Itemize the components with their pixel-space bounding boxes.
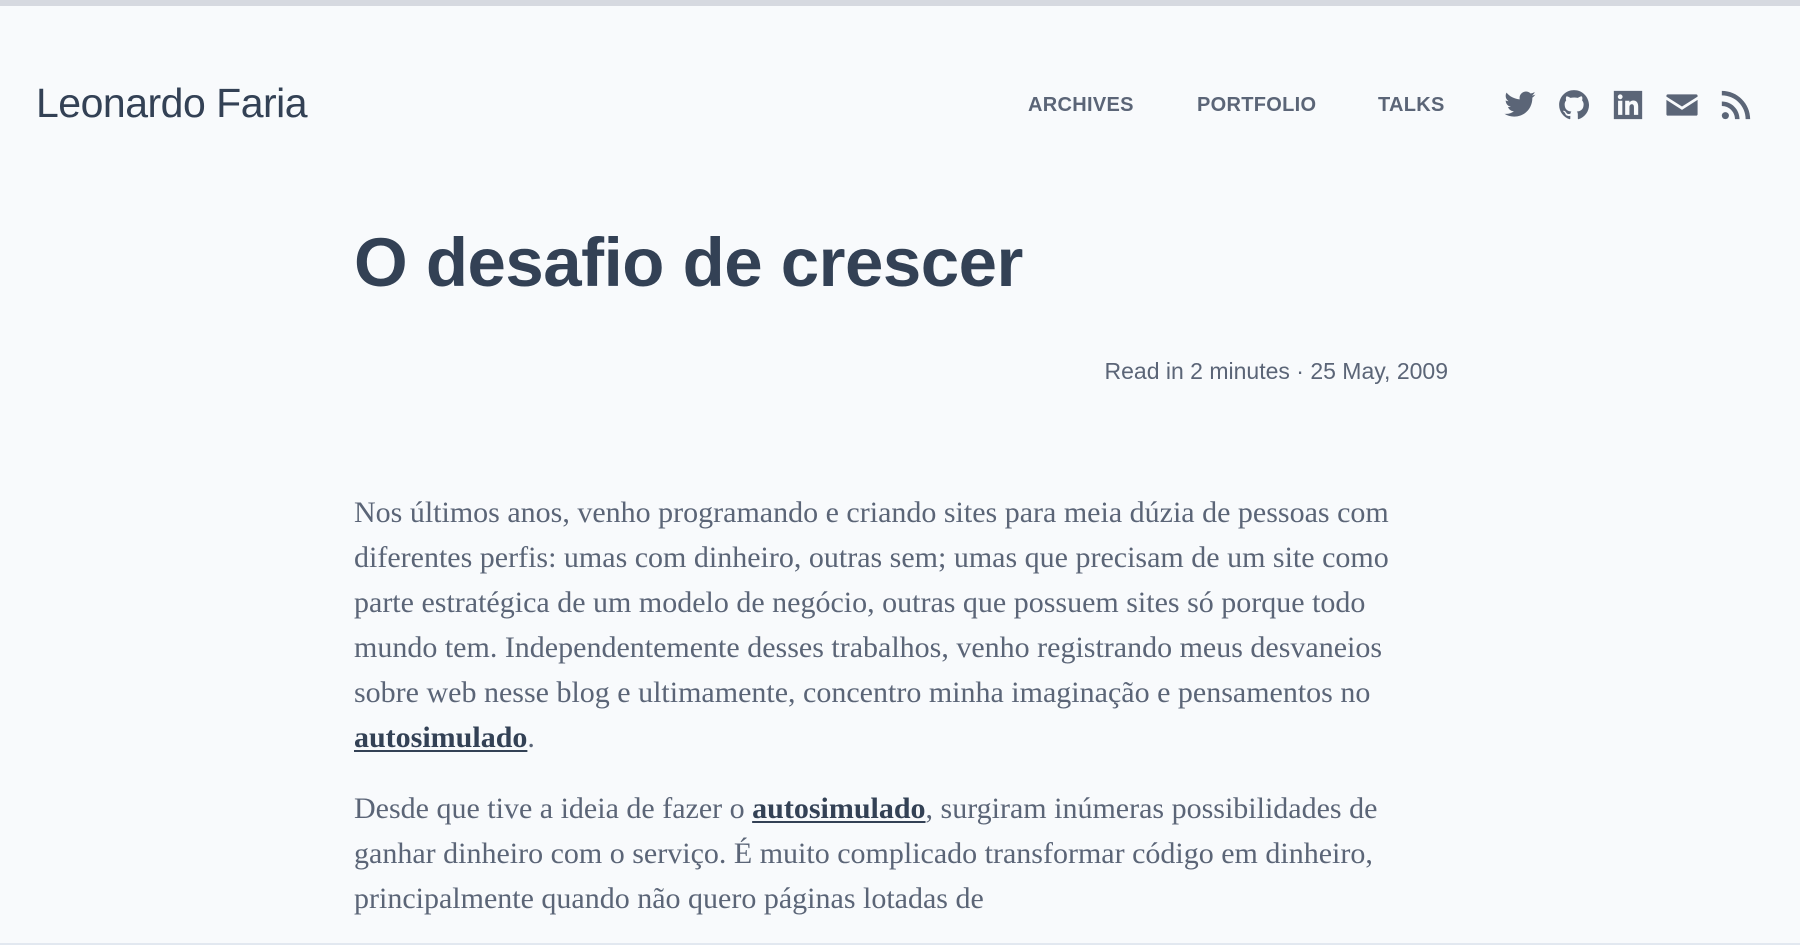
twitter-icon[interactable] <box>1503 88 1537 122</box>
paragraph-2: Desde que tive a ideia de fazer o autosi… <box>354 786 1448 921</box>
paragraph-1-tail: . <box>527 721 535 754</box>
paragraph-1-text: Nos últimos anos, venho programando e cr… <box>354 496 1389 709</box>
paragraph-2-text: Desde que tive a ideia de fazer o <box>354 792 753 825</box>
post-meta: Read in 2 minutes · 25 May, 2009 <box>1104 358 1448 384</box>
post-article: O desafio de crescer Read in 2 minutes ·… <box>354 224 1448 915</box>
site-title-link[interactable]: Leonardo Faria <box>36 80 308 127</box>
autosimulado-link-1[interactable]: autosimulado <box>354 721 527 754</box>
social-links <box>1503 88 1763 124</box>
nav-portfolio[interactable]: PORTFOLIO <box>1197 94 1316 117</box>
rss-icon[interactable] <box>1719 88 1753 122</box>
paragraph-1: Nos últimos anos, venho programando e cr… <box>354 490 1448 760</box>
post-title: O desafio de crescer <box>354 224 1023 301</box>
nav-talks[interactable]: TALKS <box>1378 94 1445 117</box>
mail-icon[interactable] <box>1665 88 1699 122</box>
github-icon[interactable] <box>1557 88 1591 122</box>
post-body: Nos últimos anos, venho programando e cr… <box>354 490 1448 945</box>
nav-archives[interactable]: ARCHIVES <box>1028 94 1134 117</box>
site-header: Leonardo Faria ARCHIVES PORTFOLIO TALKS <box>0 0 1800 160</box>
autosimulado-link-2[interactable]: autosimulado <box>752 792 925 825</box>
linkedin-icon[interactable] <box>1611 88 1645 122</box>
